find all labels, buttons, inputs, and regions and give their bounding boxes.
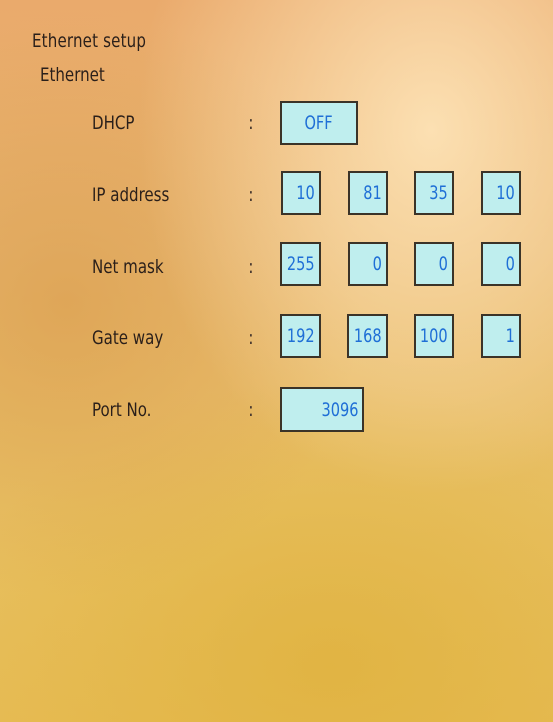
net-mask-colon: : (248, 256, 254, 278)
gateway-octet-3[interactable]: 100 (414, 314, 454, 358)
gateway-octet-2[interactable]: 168 (347, 314, 388, 358)
port-label: Port No. (92, 399, 152, 421)
gateway-colon: : (248, 327, 254, 349)
net-mask-octet-1[interactable]: 255 (280, 242, 321, 286)
dhcp-value: OFF (304, 112, 334, 134)
ip-address-label: IP address (92, 184, 170, 206)
dhcp-label: DHCP (92, 112, 135, 134)
gateway-label: Gate way (92, 327, 164, 349)
dhcp-colon: : (248, 112, 254, 134)
page-title: Ethernet setup (32, 30, 147, 52)
net-mask-octet-2[interactable]: 0 (348, 242, 388, 286)
dhcp-toggle[interactable]: OFF (280, 101, 358, 145)
ip-address-octet-3[interactable]: 35 (414, 171, 454, 215)
net-mask-octet-4[interactable]: 0 (481, 242, 521, 286)
ip-address-colon: : (248, 184, 254, 206)
ethernet-setup-screen: Ethernet setup Ethernet DHCP : OFF IP ad… (0, 0, 553, 722)
gateway-octet-4[interactable]: 1 (481, 314, 521, 358)
port-number-field[interactable]: 3096 (280, 387, 364, 432)
net-mask-octet-3[interactable]: 0 (414, 242, 454, 286)
ip-address-octet-4[interactable]: 10 (481, 171, 521, 215)
port-colon: : (248, 399, 254, 421)
ip-address-octet-2[interactable]: 81 (348, 171, 388, 215)
gateway-octet-1[interactable]: 192 (280, 314, 321, 358)
ip-address-octet-1[interactable]: 10 (281, 171, 321, 215)
section-title: Ethernet (40, 64, 105, 86)
net-mask-label: Net mask (92, 256, 164, 278)
